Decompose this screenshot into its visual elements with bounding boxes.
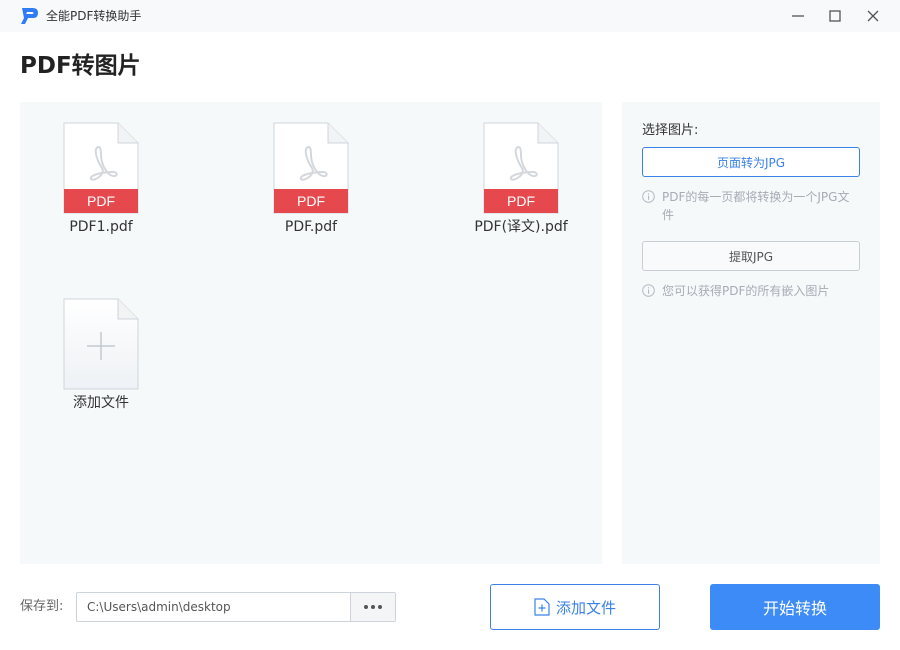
add-file-icon [534,598,550,616]
minimize-icon [792,15,804,17]
add-file-label: 添加文件 [73,395,129,411]
add-file-tile[interactable]: 添加文件 [26,298,176,412]
file-name: PDF(译文).pdf [474,219,568,235]
page-to-jpg-button[interactable]: 页面转为JPG [642,147,860,177]
pdf-badge-label: PDF [507,193,535,209]
extract-jpg-hint: 您可以获得PDF的所有嵌入图片 [642,282,860,300]
start-convert-button[interactable]: 开始转换 [710,584,880,630]
hint-text: PDF的每一页都将转换为一个JPG文件 [662,190,850,222]
options-panel: 选择图片: 页面转为JPG PDF的每一页都将转换为一个JPG文件 提取JPG … [622,102,880,564]
options-label: 选择图片: [642,123,699,138]
pdf-badge-label: PDF [297,193,325,209]
file-name: PDF.pdf [284,219,338,235]
pdf-badge-label: PDF [87,193,115,209]
save-path-input[interactable] [77,593,350,621]
close-icon [867,10,879,22]
save-to-label: 保存到: [20,599,64,614]
browse-button[interactable] [350,593,395,621]
pdf-file-icon: PDF [63,122,139,214]
page-to-jpg-hint: PDF的每一页都将转换为一个JPG文件 [642,188,860,224]
page-title: PDF转图片 [20,53,141,79]
maximize-icon [829,10,841,22]
extract-jpg-button[interactable]: 提取JPG [642,241,860,271]
add-file-button-label: 添加文件 [555,598,616,617]
file-name: PDF1.pdf [69,219,133,235]
info-icon [642,284,655,297]
hint-text: 您可以获得PDF的所有嵌入图片 [662,284,830,298]
info-icon [642,190,655,203]
more-dots-icon [364,605,382,609]
file-panel: PDF PDF1.pdf PDF PDF.pdf PDF PDF(译文).pdf [20,102,602,564]
app-logo-icon [21,8,38,24]
pdf-file-icon: PDF [273,122,349,214]
file-item[interactable]: PDF PDF1.pdf [26,122,176,236]
title-bar: 全能PDF转换助手 [0,0,900,32]
maximize-button[interactable] [822,4,848,28]
file-item[interactable]: PDF PDF(译文).pdf [446,122,596,236]
add-file-button[interactable]: 添加文件 [490,584,660,630]
close-button[interactable] [860,4,886,28]
save-path-field [76,592,396,622]
minimize-button[interactable] [785,4,811,28]
app-title: 全能PDF转换助手 [46,9,142,23]
add-file-icon [63,298,139,390]
file-item[interactable]: PDF PDF.pdf [236,122,386,236]
pdf-file-icon: PDF [483,122,559,214]
